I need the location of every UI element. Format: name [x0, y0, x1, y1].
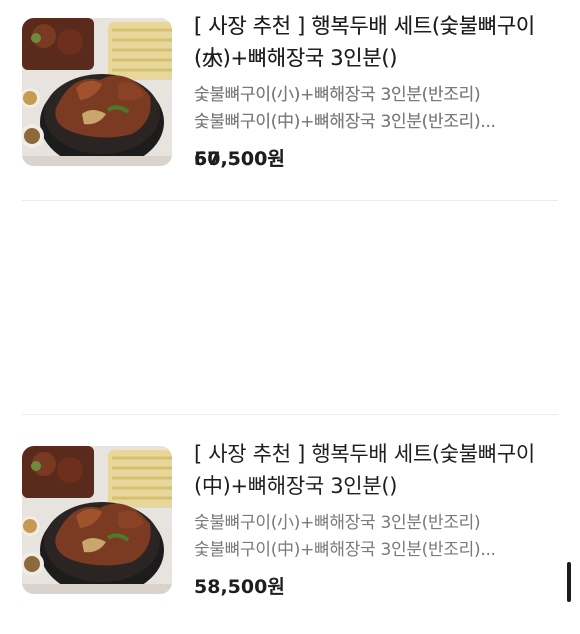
divider [22, 414, 558, 415]
divider [22, 200, 558, 201]
description-line: 숯불뼈구이(中)+뼈해장국 3인분(반조리)... [194, 112, 496, 132]
menu-list: [ 사장 추천 ] 행복두배 세트(숯불뼈구이(小)+뼈해장국 3인분() 숯불… [0, 0, 580, 634]
menu-item-description: 숯불뼈구이(小)+뼈해장국 3인분(반조리) 숯불뼈구이(中)+뼈해장국 3인분… [194, 82, 558, 136]
description-line: 숯불뼈구이(小)+뼈해장국 3인분(반조리) [194, 513, 481, 533]
menu-item-price: 67,500원 [194, 148, 285, 170]
description-line: 숯불뼈구이(小)+뼈해장국 3인분(반조리) [194, 85, 481, 105]
menu-item[interactable]: [ 사장 추천 ] 행복두배 세트(숯불뼈구이(大)+뼈해장국 3인분() 숯불… [0, 0, 580, 200]
menu-item-info: [ 사장 추천 ] 행복두배 세트(숯불뼈구이(大)+뼈해장국 3인분() 숯불… [194, 10, 558, 172]
menu-item-photo[interactable] [22, 446, 172, 594]
menu-item-description: 숯불뼈구이(小)+뼈해장국 3인분(반조리) 숯불뼈구이(中)+뼈해장국 3인분… [194, 510, 558, 564]
menu-item[interactable]: [ 사장 추천 ] 행복두배 세트(숯불뼈구이(中)+뼈해장국 3인분() 숯불… [0, 428, 580, 628]
menu-item-price: 58,500원 [194, 576, 285, 598]
menu-item-title: [ 사장 추천 ] 행복두배 세트(숯불뼈구이(中)+뼈해장국 3인분() [194, 442, 535, 498]
scrollbar[interactable] [567, 562, 571, 602]
menu-item-photo[interactable] [22, 18, 172, 166]
menu-item-info: [ 사장 추천 ] 행복두배 세트(숯불뼈구이(中)+뼈해장국 3인분() 숯불… [194, 438, 558, 600]
menu-item-title: [ 사장 추천 ] 행복두배 세트(숯불뼈구이(大)+뼈해장국 3인분() [194, 14, 535, 70]
description-line: 숯불뼈구이(中)+뼈해장국 3인분(반조리)... [194, 540, 496, 560]
